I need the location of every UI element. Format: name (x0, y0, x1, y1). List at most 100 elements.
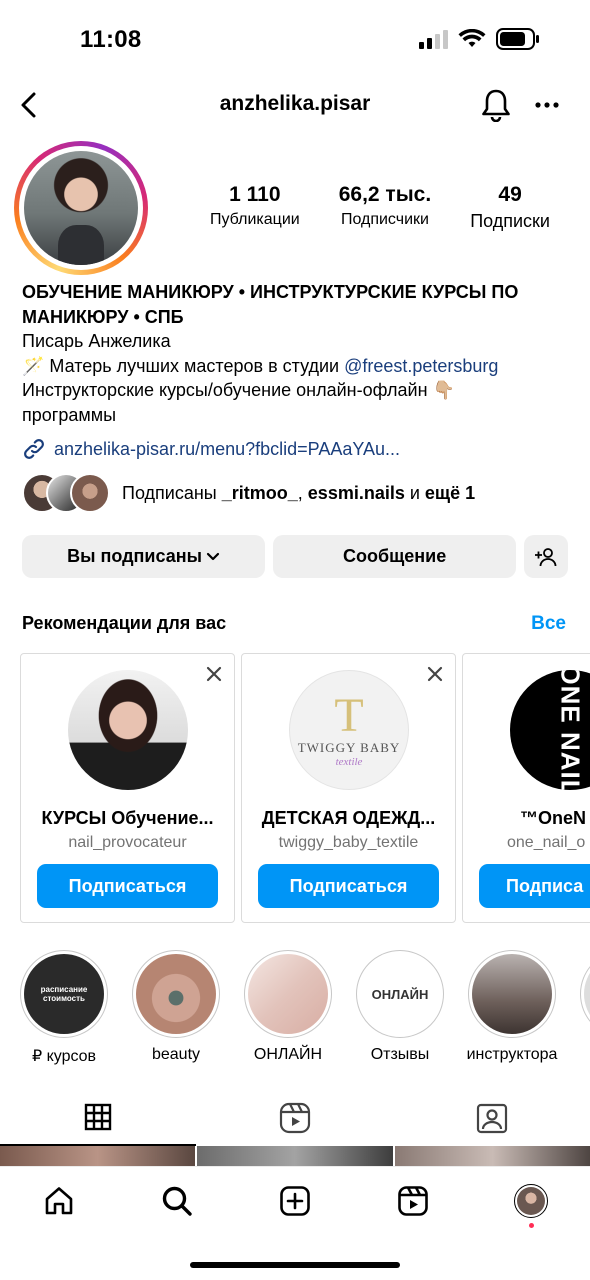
tab-posts-grid[interactable] (0, 1090, 196, 1146)
stat-following[interactable]: 49 Подписки (470, 183, 550, 232)
tab-tagged[interactable] (394, 1090, 590, 1146)
followed-by-avatars (22, 473, 112, 513)
bell-icon[interactable] (480, 88, 512, 122)
stat-posts-count: 1 110 (229, 183, 281, 206)
home-indicator (190, 1262, 400, 1268)
suggested-users-button[interactable] (524, 535, 568, 578)
posts-grid[interactable] (0, 1146, 590, 1168)
follow-button[interactable]: Подписаться (37, 864, 218, 908)
twiggy-logo-letter: T (334, 689, 364, 742)
post-thumbnail[interactable] (394, 1146, 590, 1168)
message-button-label: Сообщение (342, 546, 447, 566)
recommendation-handle: nail_provocateur (68, 834, 187, 851)
stat-following-count: 49 (498, 183, 522, 206)
bio-line-1-text: 🪄 Матерь лучших мастеров в студии (22, 355, 345, 376)
profile-link-text[interactable]: anzhelika-pisar.ru/menu?fbclid=PAAaYAu..… (54, 439, 400, 460)
wifi-icon (458, 29, 486, 47)
profile-avatar[interactable] (14, 141, 148, 275)
post-thumbnail[interactable] (197, 1146, 393, 1168)
followed-by-row[interactable]: Подписаны _ritmoo_, essmi.nails и ещё 1 (22, 473, 475, 513)
nav-home[interactable] (39, 1181, 79, 1221)
twiggy-logo-subtext: textile (335, 756, 363, 768)
twiggy-logo-text: TWIGGY BABY (297, 740, 401, 755)
close-icon[interactable] (427, 666, 443, 682)
nav-search[interactable] (157, 1181, 197, 1221)
highlight-cover (136, 954, 216, 1034)
avatar-photo (24, 151, 138, 265)
one-nail-logo: ONE NAIL (555, 670, 586, 790)
nav-create[interactable] (275, 1181, 315, 1221)
see-all-link[interactable]: Все (531, 613, 566, 635)
profile-stats: 1 110 Публикации 66,2 тыс. Подписчики 49… (210, 183, 550, 232)
highlight-cover-text: ОНЛАЙН (371, 986, 429, 1002)
follow-button[interactable]: Подписа (479, 864, 590, 908)
bio-line-3: программы (22, 404, 117, 425)
nav-profile[interactable] (511, 1181, 551, 1221)
highlight-item[interactable]: beauty (128, 950, 224, 1064)
recommendation-title: ™OneN (520, 808, 587, 828)
tagged-icon (476, 1103, 508, 1134)
stat-followers[interactable]: 66,2 тыс. Подписчики (339, 183, 431, 232)
highlight-cover: расписание стоимость (24, 954, 104, 1034)
stat-following-label: Подписки (470, 211, 550, 231)
recommendation-card[interactable]: КУРСЫ Обучение... nail_provocateur Подпи… (20, 653, 235, 923)
bio-line-1: 🪄 Матерь лучших мастеров в студии @frees… (22, 354, 572, 379)
more-options-icon[interactable] (534, 92, 560, 118)
bio-mention-link[interactable]: @freest.petersburg (344, 356, 498, 376)
follow-button[interactable]: Подписаться (258, 864, 439, 908)
followed-by-user-1[interactable]: _ritmoo_ (222, 483, 298, 503)
highlight-item[interactable]: расписание стоимость ₽ курсов (16, 950, 112, 1066)
stat-posts[interactable]: 1 110 Публикации (210, 183, 300, 232)
highlight-item[interactable]: ОНЛАЙН (240, 950, 336, 1064)
nav-reels[interactable] (393, 1181, 433, 1221)
notification-dot (529, 1223, 534, 1228)
reels-icon (398, 1186, 428, 1216)
create-post-icon (280, 1186, 310, 1216)
close-icon[interactable] (206, 666, 222, 682)
highlight-cover (584, 954, 590, 1034)
search-icon (162, 1186, 192, 1216)
post-thumbnail[interactable] (0, 1146, 196, 1168)
recommendation-avatar: ONE NAIL (510, 670, 590, 790)
highlight-item[interactable]: инструктора (464, 950, 560, 1064)
highlight-cover (248, 954, 328, 1034)
profile-link[interactable]: anzhelika-pisar.ru/menu?fbclid=PAAaYAu..… (22, 437, 572, 461)
recommendations-carousel[interactable]: КУРСЫ Обучение... nail_provocateur Подпи… (20, 653, 590, 923)
status-icons (418, 28, 540, 50)
following-button[interactable]: Вы подписаны (22, 535, 266, 578)
recommendation-card[interactable]: T TWIGGY BABY textile ДЕТСКАЯ ОДЕЖД... t… (241, 653, 456, 923)
recommendation-title: КУРСЫ Обучение... (41, 808, 214, 828)
recommendation-handle: twiggy_baby_textile (278, 834, 419, 851)
followed-by-user-2[interactable]: essmi.nails (308, 483, 405, 503)
story-highlights[interactable]: расписание стоимость ₽ курсов beauty ОНЛ… (16, 950, 590, 1070)
recommendation-handle: one_nail_o (507, 834, 586, 851)
stat-posts-label: Публикации (210, 211, 300, 228)
recommendation-avatar (68, 670, 188, 790)
message-button[interactable]: Сообщение (273, 535, 517, 578)
profile-tab-avatar (514, 1184, 548, 1218)
status-bar: 11:08 (0, 0, 590, 78)
home-icon (45, 1187, 73, 1215)
recommendation-title: ДЕТСКАЯ ОДЕЖД... (261, 808, 436, 828)
follower-avatar-3 (70, 473, 110, 513)
highlight-caption: ₽ курсов (31, 1048, 97, 1065)
highlight-item[interactable]: ОНЛАЙН Отзывы (352, 950, 448, 1064)
stat-followers-count: 66,2 тыс. (338, 183, 432, 206)
highlight-item[interactable] (576, 950, 590, 1038)
bottom-navigation (0, 1166, 590, 1280)
followed-by-more[interactable]: ещё 1 (425, 483, 475, 503)
recommendation-card[interactable]: ONE NAIL ™OneN one_nail_o Подписа (462, 653, 590, 923)
highlight-cover (472, 954, 552, 1034)
add-person-icon (535, 547, 557, 566)
profile-actions: Вы подписаны Сообщение (22, 535, 568, 578)
followed-by-prefix: Подписаны (122, 482, 222, 503)
followed-by-separator: , (297, 482, 308, 503)
tab-reels[interactable] (197, 1090, 393, 1146)
highlight-caption: Отзывы (370, 1046, 430, 1063)
profile-bio: ОБУЧЕНИЕ МАНИКЮРУ • ИНСТРУКТУРСКИЕ КУРСЫ… (22, 280, 572, 427)
followed-by-text: Подписаны _ritmoo_, essmi.nails и ещё 1 (122, 483, 475, 504)
bio-headline: ОБУЧЕНИЕ МАНИКЮРУ • ИНСТРУКТУРСКИЕ КУРСЫ… (22, 282, 519, 327)
profile-header: anzhelika.pisar (0, 80, 590, 132)
highlight-cover-text-1: расписание (40, 985, 88, 994)
signal-icon (419, 30, 448, 49)
